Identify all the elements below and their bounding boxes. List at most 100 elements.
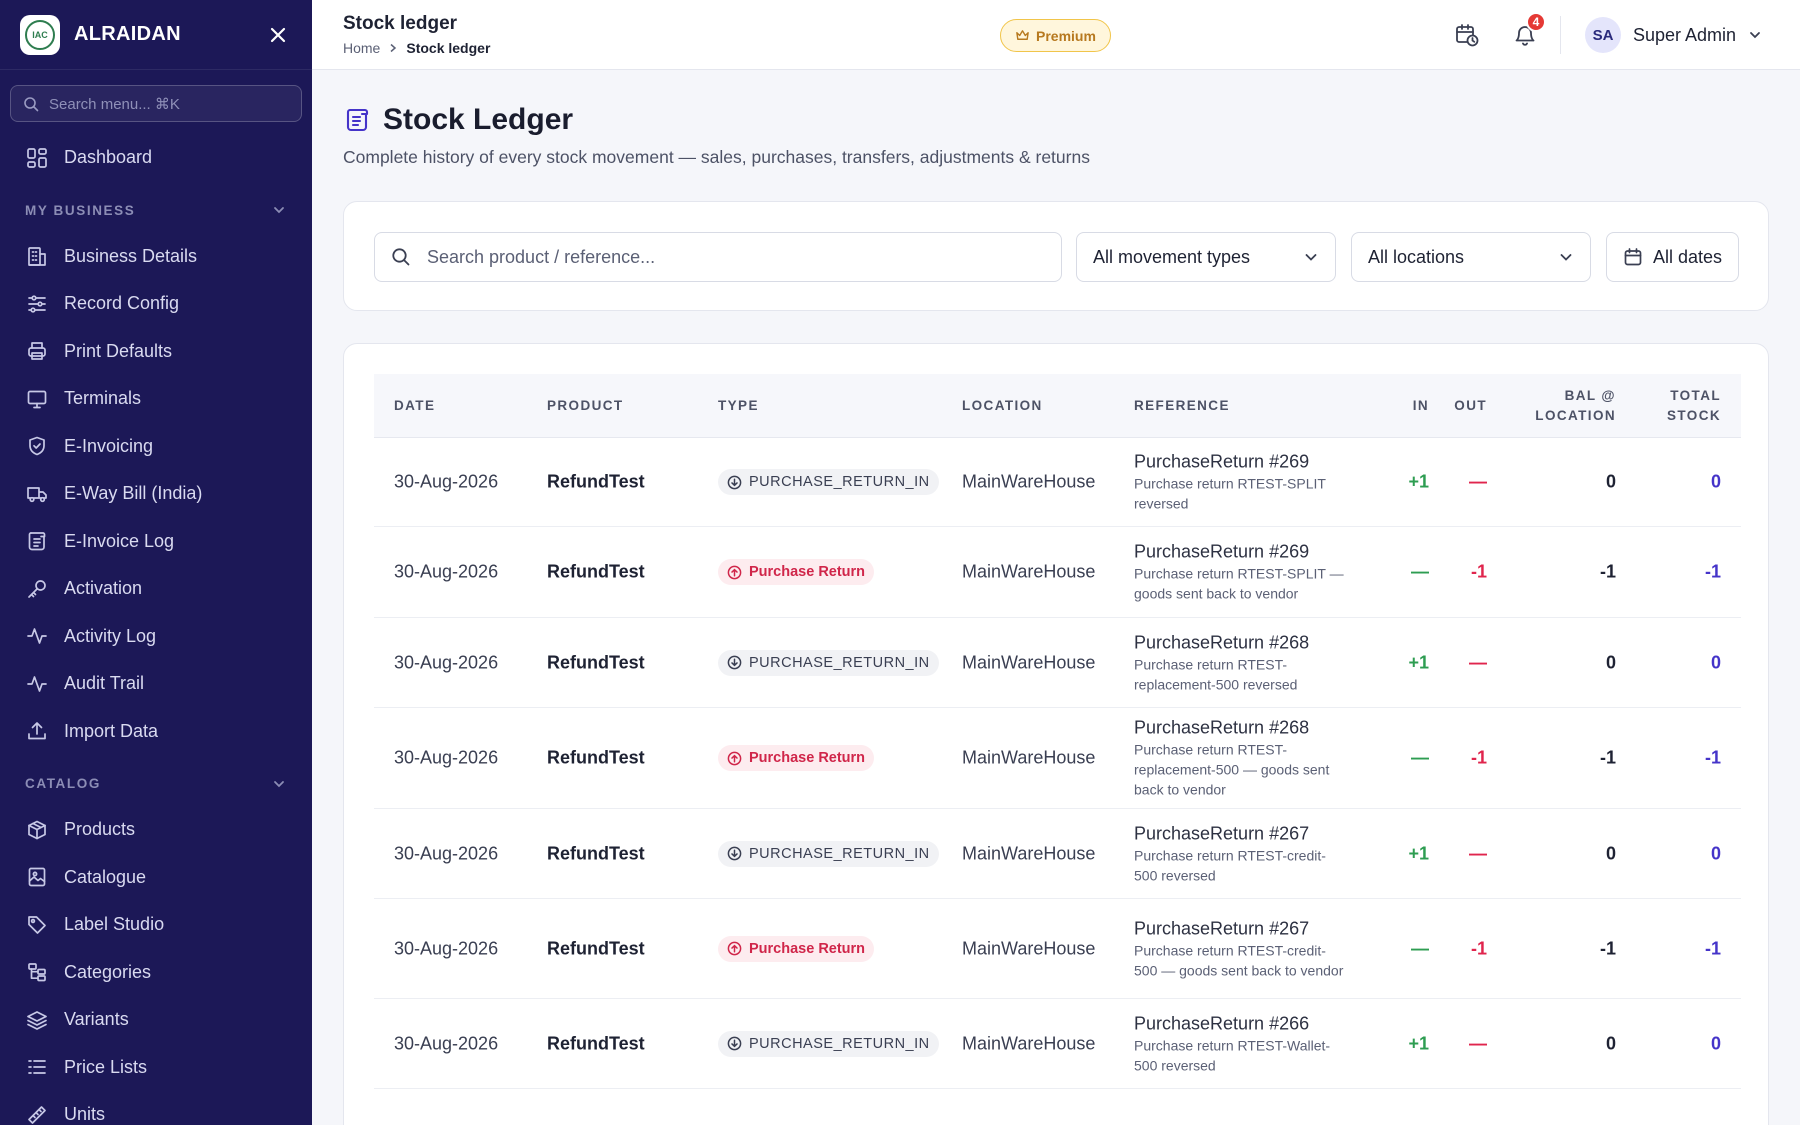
crown-icon [1016, 30, 1029, 40]
column-header-out[interactable]: OUT [1454, 396, 1487, 416]
sidebar-item-catalogue[interactable]: Catalogue [0, 854, 312, 902]
table-row[interactable]: 30-Aug-2026 RefundTest Purchase Return M… [374, 899, 1741, 999]
topbar-divider [1560, 16, 1561, 54]
cell-product[interactable]: RefundTest [547, 562, 645, 583]
sidebar-item-label: Price Lists [64, 1056, 148, 1077]
location-select[interactable]: All locations [1351, 232, 1591, 282]
movement-type-label: PURCHASE_RETURN_IN [749, 474, 930, 490]
cell-reference[interactable]: PurchaseReturn #269 Purchase return RTES… [1134, 451, 1349, 514]
close-sidebar-button[interactable] [264, 21, 292, 49]
nav-section-label: MY BUSINESS [25, 202, 136, 218]
sidebar-item-import-data[interactable]: Import Data [0, 708, 312, 756]
sidebar-item-activity-log[interactable]: Activity Log [0, 613, 312, 661]
column-header-product[interactable]: PRODUCT [547, 396, 624, 416]
nav-section-my-business[interactable]: MY BUSINESS [0, 182, 312, 233]
movement-type-label: Purchase Return [749, 750, 866, 766]
sidebar-item-variants[interactable]: Variants [0, 996, 312, 1044]
chevron-down-icon [274, 207, 284, 214]
sidebar-item-categories[interactable]: Categories [0, 949, 312, 997]
cell-reference[interactable]: PurchaseReturn #269 Purchase return RTES… [1134, 541, 1349, 604]
user-menu[interactable]: SA Super Admin [1585, 17, 1762, 53]
cell-in: — [1411, 938, 1429, 958]
sidebar-item-audit-trail[interactable]: Audit Trail [0, 660, 312, 708]
tag-icon [26, 914, 48, 936]
schedule-button[interactable] [1450, 18, 1484, 52]
arrow-down-circle-icon [727, 846, 742, 861]
movement-type-badge: PURCHASE_RETURN_IN [718, 649, 939, 676]
cell-product[interactable]: RefundTest [547, 938, 645, 959]
cell-location: MainWareHouse [962, 652, 1096, 672]
cell-date: 30-Aug-2026 [394, 561, 499, 582]
search-icon [24, 96, 39, 111]
cell-in: +1 [1408, 471, 1429, 492]
cell-date: 30-Aug-2026 [394, 938, 499, 958]
column-header-date[interactable]: DATE [394, 396, 435, 416]
table-row[interactable]: 30-Aug-2026 RefundTest Purchase Return M… [374, 527, 1741, 618]
sidebar-item-price-lists[interactable]: Price Lists [0, 1044, 312, 1092]
table-row[interactable]: 30-Aug-2026 RefundTest PURCHASE_RETURN_I… [374, 809, 1741, 899]
avatar: SA [1585, 17, 1621, 53]
sidebar-item-e-invoicing[interactable]: E-Invoicing [0, 423, 312, 471]
cell-date: 30-Aug-2026 [394, 652, 499, 672]
cell-product[interactable]: RefundTest [547, 652, 645, 673]
sliders-icon [26, 293, 48, 315]
cell-reference[interactable]: PurchaseReturn #267 Purchase return RTES… [1134, 822, 1349, 885]
sidebar-item-print-defaults[interactable]: Print Defaults [0, 328, 312, 376]
nav-section-catalog[interactable]: CATALOG [0, 755, 312, 806]
table-header: DATE PRODUCT TYPE LOCATION REFERENCE IN … [374, 374, 1741, 438]
cell-product[interactable]: RefundTest [547, 748, 645, 769]
sidebar-search-input[interactable]: Search menu... ⌘K [10, 85, 302, 122]
cell-reference[interactable]: PurchaseReturn #268 Purchase return RTES… [1134, 717, 1349, 800]
cell-reference[interactable]: PurchaseReturn #267 Purchase return RTES… [1134, 917, 1349, 980]
notifications-button[interactable]: 4 [1508, 12, 1546, 52]
sidebar-item-label-studio[interactable]: Label Studio [0, 901, 312, 949]
column-header-total[interactable]: TOTAL STOCK [1667, 386, 1721, 426]
cell-product[interactable]: RefundTest [547, 1033, 645, 1054]
sidebar-item-terminals[interactable]: Terminals [0, 375, 312, 423]
cell-total-stock: -1 [1704, 561, 1721, 582]
premium-label: Premium [1036, 27, 1096, 44]
sidebar-item-e-way-bill-india[interactable]: E-Way Bill (India) [0, 470, 312, 518]
column-header-balance[interactable]: BAL @ LOCATION [1535, 386, 1616, 426]
cell-reference[interactable]: PurchaseReturn #268 Purchase return RTES… [1134, 631, 1349, 694]
arrow-up-circle-icon [727, 941, 742, 956]
cell-in: — [1411, 561, 1429, 582]
cell-reference[interactable]: PurchaseReturn #266 Purchase return RTES… [1134, 1012, 1349, 1075]
movement-type-value: All movement types [1093, 246, 1251, 267]
sidebar-item-units[interactable]: Units [0, 1091, 312, 1125]
cell-product[interactable]: RefundTest [547, 472, 645, 493]
calendar-icon [1624, 248, 1642, 266]
reference-note: Purchase return RTEST-SPLIT reversed [1134, 475, 1326, 512]
movement-type-select[interactable]: All movement types [1076, 232, 1336, 282]
layers-icon [26, 1009, 48, 1031]
cell-product[interactable]: RefundTest [547, 843, 645, 864]
sidebar-item-dashboard[interactable]: Dashboard [0, 134, 312, 182]
breadcrumb-current: Stock ledger [406, 40, 491, 56]
sidebar-item-business-details[interactable]: Business Details [0, 233, 312, 281]
brand-logo-mark: IAC [25, 19, 55, 50]
sidebar-item-record-config[interactable]: Record Config [0, 280, 312, 328]
date-filter-button[interactable]: All dates [1606, 232, 1739, 282]
movement-type-badge: Purchase Return [718, 935, 875, 962]
sidebar-item-products[interactable]: Products [0, 806, 312, 854]
cell-total-stock: 0 [1710, 471, 1721, 492]
premium-badge[interactable]: Premium [1000, 19, 1111, 52]
sidebar-item-activation[interactable]: Activation [0, 565, 312, 613]
printer-icon [26, 340, 48, 362]
arrow-down-circle-icon [727, 655, 742, 670]
table-row[interactable]: 30-Aug-2026 RefundTest PURCHASE_RETURN_I… [374, 618, 1741, 708]
table-row[interactable]: 30-Aug-2026 RefundTest PURCHASE_RETURN_I… [374, 438, 1741, 527]
column-header-balance-line1: BAL @ [1564, 388, 1616, 403]
column-header-reference[interactable]: REFERENCE [1134, 396, 1230, 416]
brand-logo[interactable]: IAC [20, 14, 60, 55]
column-header-location[interactable]: LOCATION [962, 396, 1043, 416]
chevron-down-icon [1750, 32, 1760, 39]
sidebar-item-label: Activation [64, 578, 143, 599]
column-header-type[interactable]: TYPE [718, 396, 759, 416]
search-input[interactable]: Search product / reference... [374, 232, 1062, 282]
table-row[interactable]: 30-Aug-2026 RefundTest PURCHASE_RETURN_I… [374, 999, 1741, 1089]
sidebar-item-e-invoice-log[interactable]: E-Invoice Log [0, 518, 312, 566]
table-row[interactable]: 30-Aug-2026 RefundTest Purchase Return M… [374, 708, 1741, 809]
breadcrumb-home-link[interactable]: Home [343, 40, 380, 56]
column-header-in[interactable]: IN [1413, 396, 1429, 416]
